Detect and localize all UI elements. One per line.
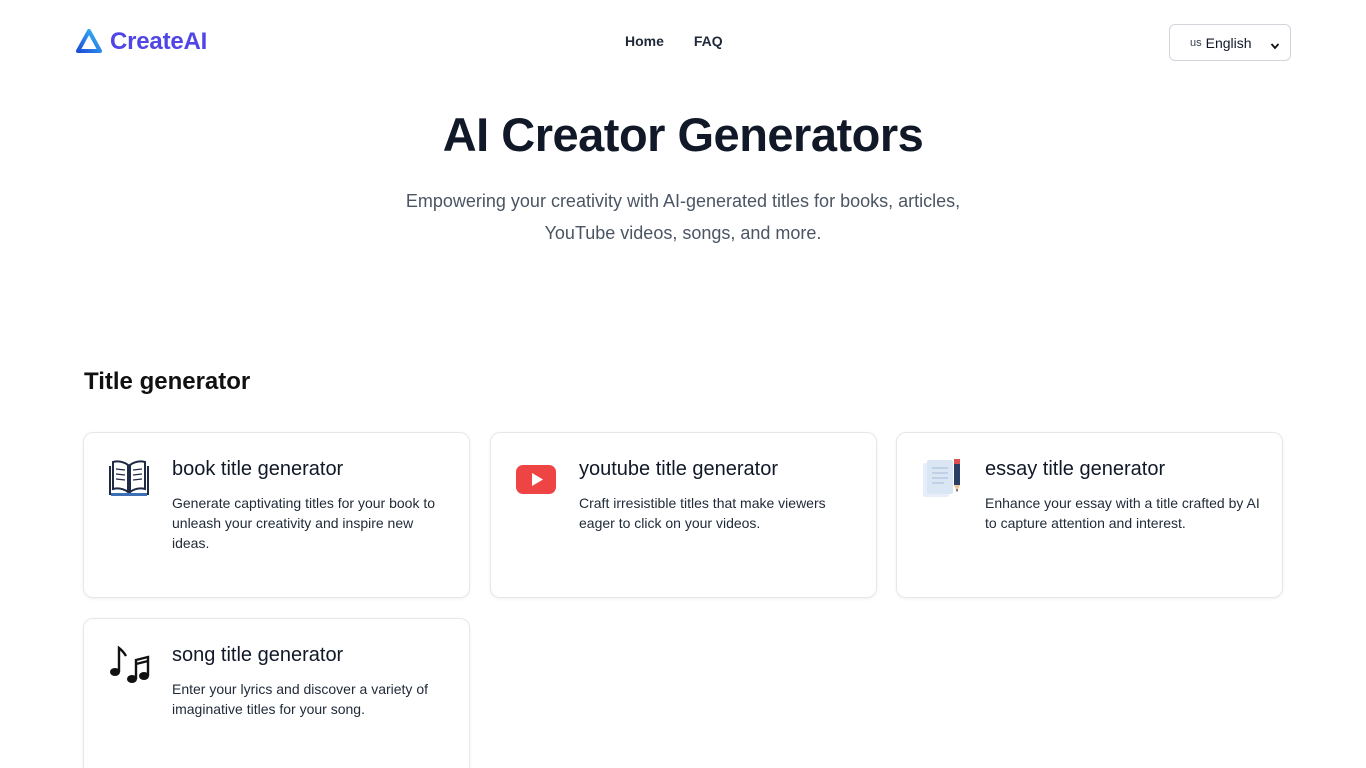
- card-essay-title-generator[interactable]: essay title generator Enhance your essay…: [896, 432, 1283, 598]
- language-select[interactable]: us English: [1169, 24, 1291, 61]
- youtube-play-icon: [514, 456, 558, 500]
- document-pencil-icon: [920, 456, 964, 500]
- card-description: Craft irresistible titles that make view…: [579, 495, 826, 531]
- site-header: CreateAI Home FAQ us English: [0, 0, 1366, 86]
- card-song-title-generator[interactable]: song title generator Enter your lyrics a…: [83, 618, 470, 768]
- us-flag-icon: us: [1190, 36, 1202, 49]
- nav-home-link[interactable]: Home: [625, 33, 664, 49]
- triangle-logo-icon: [76, 29, 102, 55]
- section-title: Title generator: [84, 368, 251, 395]
- card-description: Enter your lyrics and discover a variety…: [172, 681, 428, 717]
- card-description: Enhance your essay with a title crafted …: [985, 495, 1260, 531]
- card-title: song title generator: [172, 644, 344, 666]
- card-description: Generate captivating titles for your boo…: [172, 495, 436, 551]
- card-title: essay title generator: [985, 458, 1166, 480]
- card-title: book title generator: [172, 458, 344, 480]
- page-title: AI Creator Generators: [442, 108, 924, 161]
- card-youtube-title-generator[interactable]: youtube title generator Craft irresistib…: [490, 432, 877, 598]
- logo-text: CreateAI: [110, 28, 208, 55]
- card-book-title-generator[interactable]: book title generator Generate captivatin…: [83, 432, 470, 598]
- language-label: English: [1205, 34, 1252, 51]
- logo-link[interactable]: CreateAI: [76, 28, 207, 56]
- page-subtitle: Empowering your creativity with AI-gener…: [405, 191, 961, 243]
- music-notes-icon: [107, 642, 151, 686]
- card-title: youtube title generator: [579, 458, 779, 480]
- open-book-icon: [107, 456, 151, 500]
- main-nav: Home FAQ: [610, 33, 738, 49]
- nav-faq-link[interactable]: FAQ: [694, 33, 723, 49]
- chevron-down-icon: [1270, 38, 1280, 49]
